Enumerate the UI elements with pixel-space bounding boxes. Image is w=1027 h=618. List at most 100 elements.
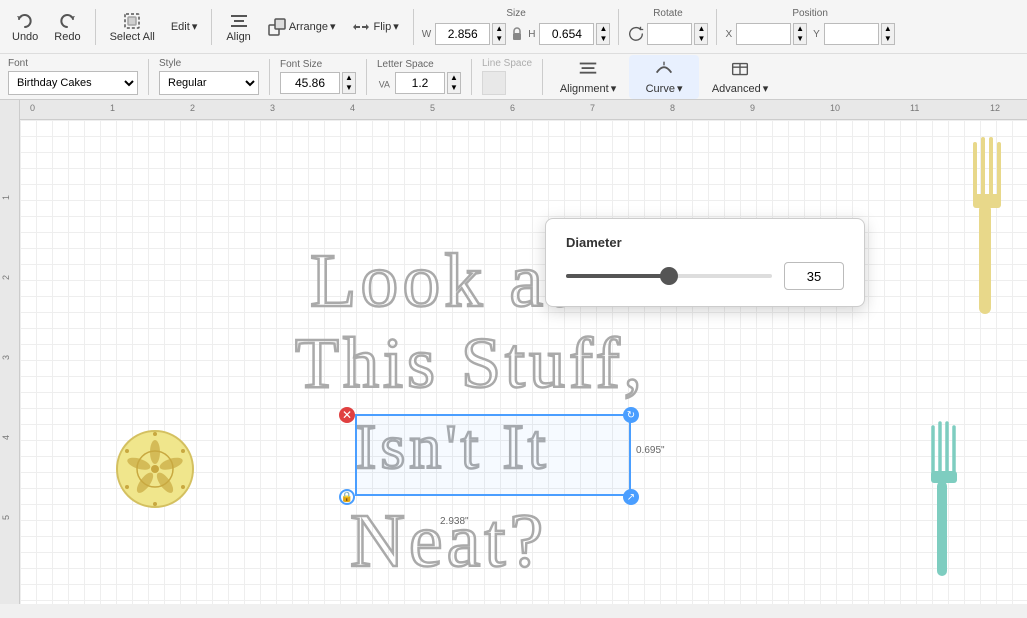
popup-title: Diameter <box>566 235 844 250</box>
height-input[interactable] <box>539 23 594 45</box>
ruler-h-0: 0 <box>30 103 35 113</box>
line-space-icon <box>482 71 506 95</box>
alignment-button[interactable]: Alignment ▾ <box>553 55 623 99</box>
arrange-arrow: ▾ <box>330 20 336 33</box>
align-label: Align <box>226 31 250 43</box>
advanced-button[interactable]: Advanced ▾ <box>705 55 775 99</box>
style-label: Style <box>159 58 259 69</box>
diameter-slider-thumb[interactable] <box>660 267 678 285</box>
advanced-icon <box>729 58 751 80</box>
letter-space-input[interactable] <box>395 72 445 94</box>
height-spinner[interactable]: ▲▼ <box>596 23 610 45</box>
ruler-h-10: 10 <box>830 103 840 113</box>
line-space-group: Line Space <box>482 58 532 95</box>
flip-button[interactable]: Flip ▾ <box>345 15 404 39</box>
toolbar-row1: Undo Redo Select All Edit ▾ Align <box>0 0 1027 54</box>
ruler-v-4: 4 <box>1 435 11 440</box>
rotate-icon <box>627 25 645 43</box>
ruler-h-9: 9 <box>750 103 755 113</box>
position-label: Position <box>792 8 828 19</box>
text-neat[interactable]: Neat? <box>350 498 547 585</box>
separator4 <box>618 9 619 45</box>
select-all-button[interactable]: Select All <box>104 9 161 45</box>
diameter-popup: Diameter <box>545 218 865 307</box>
align-button[interactable]: Align <box>220 9 256 45</box>
delete-handle[interactable]: ✕ <box>339 407 355 423</box>
curve-button[interactable]: Curve ▾ <box>629 55 699 99</box>
separator2 <box>211 9 212 45</box>
undo-label: Undo <box>12 31 38 43</box>
curve-label: Curve <box>646 83 675 95</box>
dim-height: 0.695" <box>636 445 665 456</box>
toolbar-row2: Font Birthday Cakes Style Regular Font S… <box>0 54 1027 100</box>
rotate-spinner[interactable]: ▲▼ <box>694 23 708 45</box>
ruler-h-3: 3 <box>270 103 275 113</box>
separator9 <box>471 59 472 95</box>
font-size-label: Font Size <box>280 59 356 70</box>
rotate-handle[interactable]: ↻ <box>623 407 639 423</box>
undo-button[interactable]: Undo <box>6 9 44 45</box>
font-label: Font <box>8 58 138 69</box>
x-spinner[interactable]: ▲▼ <box>793 23 807 45</box>
font-size-input[interactable] <box>280 72 340 94</box>
text-look-at[interactable]: Look at <box>310 238 572 325</box>
separator1 <box>95 9 96 45</box>
separator6 <box>148 59 149 95</box>
selection-box <box>355 414 631 496</box>
y-input[interactable]: 3.192 <box>824 23 879 45</box>
font-select[interactable]: Birthday Cakes <box>8 71 138 95</box>
edit-button[interactable]: Edit ▾ <box>165 18 204 35</box>
font-size-spinner[interactable]: ▲▼ <box>342 72 356 94</box>
fork-large-yellow <box>955 124 1015 324</box>
y-spinner[interactable]: ▲▼ <box>881 23 895 45</box>
ruler-h-5: 5 <box>430 103 435 113</box>
rotate-input[interactable]: 0 <box>647 23 692 45</box>
width-spinner[interactable]: ▲▼ <box>492 23 506 45</box>
sand-dollar <box>110 424 200 514</box>
ruler-h-8: 8 <box>670 103 675 113</box>
style-select[interactable]: Regular <box>159 71 259 95</box>
lock-proportions-button[interactable] <box>508 26 526 42</box>
line-space-label: Line Space <box>482 58 532 69</box>
diameter-slider-track[interactable] <box>566 274 772 278</box>
w-label: W <box>422 29 431 40</box>
edit-label: Edit <box>171 21 190 33</box>
width-input[interactable] <box>435 23 490 45</box>
ruler-horizontal: 0 1 2 3 4 5 6 7 8 9 10 11 12 <box>20 100 1027 120</box>
font-size-group: Font Size ▲▼ <box>280 59 356 94</box>
font-group: Font Birthday Cakes <box>8 58 138 95</box>
flip-arrow: ▾ <box>393 20 399 33</box>
separator8 <box>366 59 367 95</box>
ruler-h-7: 7 <box>590 103 595 113</box>
scale-handle[interactable]: ↗ <box>623 489 639 505</box>
rotate-label: Rotate <box>653 8 682 19</box>
ruler-h-6: 6 <box>510 103 515 113</box>
curve-arrow: ▾ <box>677 82 683 95</box>
separator10 <box>542 59 543 95</box>
size-label: Size <box>506 8 525 19</box>
x-input[interactable]: 4.566 <box>736 23 791 45</box>
letter-space-spinner[interactable]: ▲▼ <box>447 72 461 94</box>
separator7 <box>269 59 270 95</box>
separator3 <box>413 9 414 45</box>
ruler-v-3: 3 <box>1 355 11 360</box>
curve-icon <box>653 58 675 80</box>
ruler-h-4: 4 <box>350 103 355 113</box>
alignment-icon <box>577 58 599 80</box>
lock-handle[interactable]: 🔒 <box>339 489 355 505</box>
ruler-h-2: 2 <box>190 103 195 113</box>
redo-label: Redo <box>54 31 80 43</box>
dim-width: 2.938" <box>440 516 469 527</box>
redo-button[interactable]: Redo <box>48 9 86 45</box>
diameter-input[interactable] <box>784 262 844 290</box>
ruler-vertical: 1 2 3 4 5 <box>0 100 20 604</box>
canvas-container[interactable]: 1 2 3 4 5 0 1 2 3 4 5 6 7 8 9 10 11 12 L… <box>0 100 1027 604</box>
alignment-arrow: ▾ <box>611 82 617 95</box>
separator5 <box>716 9 717 45</box>
x-label: X <box>725 29 732 40</box>
letter-space-label: Letter Space <box>377 59 461 70</box>
ruler-v-5: 5 <box>1 515 11 520</box>
advanced-label: Advanced <box>712 83 761 95</box>
arrange-button[interactable]: Arrange ▾ <box>261 15 342 39</box>
text-this-stuff[interactable]: This Stuff, <box>295 322 646 405</box>
